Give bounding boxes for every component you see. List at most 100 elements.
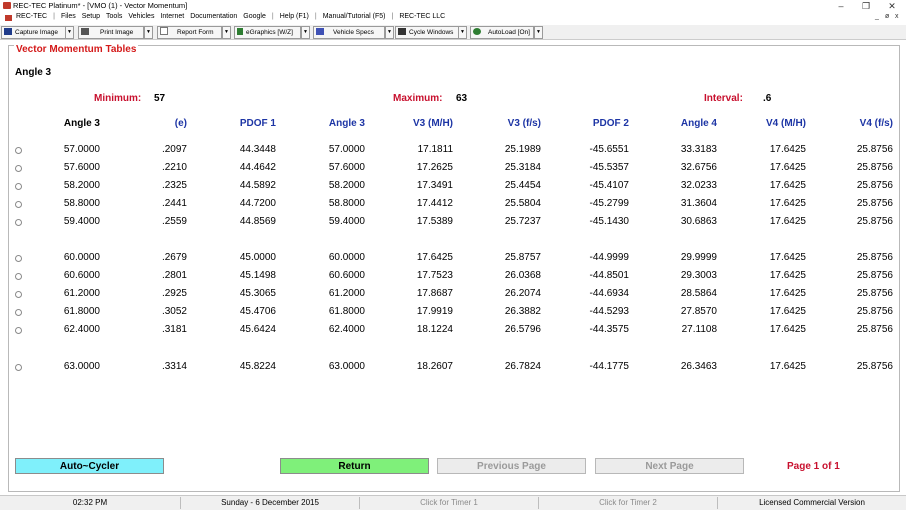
table-cell: 25.4454	[504, 180, 541, 191]
table-cell: 25.8756	[856, 324, 893, 335]
next-page-button[interactable]: Next Page	[595, 458, 744, 474]
report-form-button[interactable]: Report Form	[157, 26, 222, 39]
egraphics-button[interactable]: eGraphics [W/Z]	[234, 26, 301, 39]
table-cell: 17.6425	[769, 288, 806, 299]
timer-1-button[interactable]: Click for Timer 1	[360, 497, 539, 509]
menu-item-files[interactable]: Files	[61, 13, 76, 20]
egraphics-dropdown[interactable]: ▼	[301, 26, 310, 39]
menu-item-manual-tutorial-f5[interactable]: Manual/Tutorial (F5)	[323, 13, 386, 20]
table-cell: -44.9999	[589, 252, 629, 263]
vehicle-specs-dropdown[interactable]: ▼	[385, 26, 394, 39]
menu-item-rec-tec[interactable]: REC-TEC	[16, 13, 47, 20]
autoload-dropdown[interactable]: ▼	[534, 26, 543, 39]
table-cell: 32.6756	[680, 162, 717, 173]
table-cell: 26.3463	[680, 361, 717, 372]
print-image-dropdown[interactable]: ▼	[144, 26, 153, 39]
timer-2-button[interactable]: Click for Timer 2	[539, 497, 718, 509]
vehicle-specs-button[interactable]: Vehicle Specs	[313, 26, 385, 39]
section-title: Angle 3	[15, 67, 52, 78]
table-cell: 45.8224	[239, 361, 276, 372]
mdi-minimize-button[interactable]: _	[875, 13, 879, 20]
row-select-radio[interactable]	[15, 327, 22, 334]
cycle-windows-dropdown[interactable]: ▼	[458, 26, 467, 39]
table-cell: 29.9999	[680, 252, 717, 263]
camera-icon	[4, 28, 12, 35]
maximum-label: Maximum:	[393, 93, 443, 104]
table-cell: 17.3491	[416, 180, 453, 191]
capture-image-button[interactable]: Capture Image	[1, 26, 66, 39]
table-cell: 17.6425	[769, 361, 806, 372]
row-select-radio[interactable]	[15, 183, 22, 190]
table-cell: -44.1775	[589, 361, 629, 372]
table-cell: 62.4000	[63, 324, 100, 335]
table-cell: 25.8756	[856, 216, 893, 227]
table-cell: 17.6425	[769, 198, 806, 209]
table-cell: 25.8756	[856, 198, 893, 209]
egraphics-label: eGraphics [W/Z]	[246, 29, 293, 36]
table-cell: .3314	[161, 361, 187, 372]
print-image-button[interactable]: Print Image	[78, 26, 144, 39]
minimize-button[interactable]: –	[828, 0, 854, 12]
table-cell: 25.8756	[856, 270, 893, 281]
return-button[interactable]: Return	[280, 458, 429, 474]
table-cell: -45.6551	[589, 144, 629, 155]
row-select-radio[interactable]	[15, 219, 22, 226]
cycle-windows-button[interactable]: Cycle Windows	[395, 26, 459, 39]
table-cell: 33.3183	[680, 144, 717, 155]
table-cell: .3052	[161, 306, 187, 317]
table-cell: 32.0233	[680, 180, 717, 191]
column-header: PDOF 1	[239, 118, 276, 129]
status-bar: 02:32 PM Sunday - 6 December 2015 Click …	[0, 495, 906, 510]
capture-image-dropdown[interactable]: ▼	[65, 26, 74, 39]
table-cell: 17.6425	[769, 306, 806, 317]
table-cell: 60.0000	[63, 252, 100, 263]
table-cell: 57.0000	[63, 144, 100, 155]
menu-item-vehicles[interactable]: Vehicles	[128, 13, 154, 20]
menu-item-google[interactable]: Google	[243, 13, 266, 20]
table-cell: 27.8570	[680, 306, 717, 317]
table-cell: 17.4412	[416, 198, 453, 209]
row-select-radio[interactable]	[15, 364, 22, 371]
mdi-restore-button[interactable]: ø	[885, 13, 889, 20]
menu-item-setup[interactable]: Setup	[82, 13, 100, 20]
menu-item-rec-tec-llc[interactable]: REC-TEC LLC	[399, 13, 445, 20]
restore-button[interactable]: ❐	[853, 0, 879, 12]
pencil-icon	[237, 28, 243, 35]
table-cell: 17.6425	[769, 270, 806, 281]
autoload-button[interactable]: AutoLoad [On]	[470, 26, 534, 39]
table-cell: 17.2625	[416, 162, 453, 173]
table-cell: 60.6000	[328, 270, 365, 281]
table-cell: 26.0368	[504, 270, 541, 281]
menu-item-documentation[interactable]: Documentation	[190, 13, 237, 20]
menu-item-help-f1[interactable]: Help (F1)	[280, 13, 309, 20]
row-select-radio[interactable]	[15, 291, 22, 298]
auto-cycler-button[interactable]: Auto~Cycler	[15, 458, 164, 474]
close-button[interactable]: ✕	[879, 0, 905, 12]
menu-item-internet[interactable]: Internet	[160, 13, 184, 20]
row-select-radio[interactable]	[15, 255, 22, 262]
minimum-value: 57	[154, 93, 166, 104]
row-select-radio[interactable]	[15, 147, 22, 154]
table-cell: 25.8756	[856, 144, 893, 155]
report-form-dropdown[interactable]: ▼	[222, 26, 231, 39]
cycle-windows-label: Cycle Windows	[409, 29, 454, 36]
table-cell: 18.1224	[416, 324, 453, 335]
row-select-radio[interactable]	[15, 309, 22, 316]
table-cell: 44.3448	[239, 144, 276, 155]
table-cell: 17.6425	[769, 324, 806, 335]
table-cell: 26.2074	[504, 288, 541, 299]
mdi-close-button[interactable]: x	[895, 13, 899, 20]
table-cell: 26.7824	[504, 361, 541, 372]
menu-item-tools[interactable]: Tools	[106, 13, 122, 20]
table-cell: .2679	[161, 252, 187, 263]
table-cell: 17.6425	[769, 252, 806, 263]
table-cell: 63.0000	[63, 361, 100, 372]
row-select-radio[interactable]	[15, 273, 22, 280]
row-select-radio[interactable]	[15, 165, 22, 172]
previous-page-button[interactable]: Previous Page	[437, 458, 586, 474]
column-header: V3 (f/s)	[507, 118, 541, 129]
row-select-radio[interactable]	[15, 201, 22, 208]
table-cell: 58.8000	[328, 198, 365, 209]
column-header: (e)	[174, 118, 187, 129]
table-cell: 59.4000	[63, 216, 100, 227]
